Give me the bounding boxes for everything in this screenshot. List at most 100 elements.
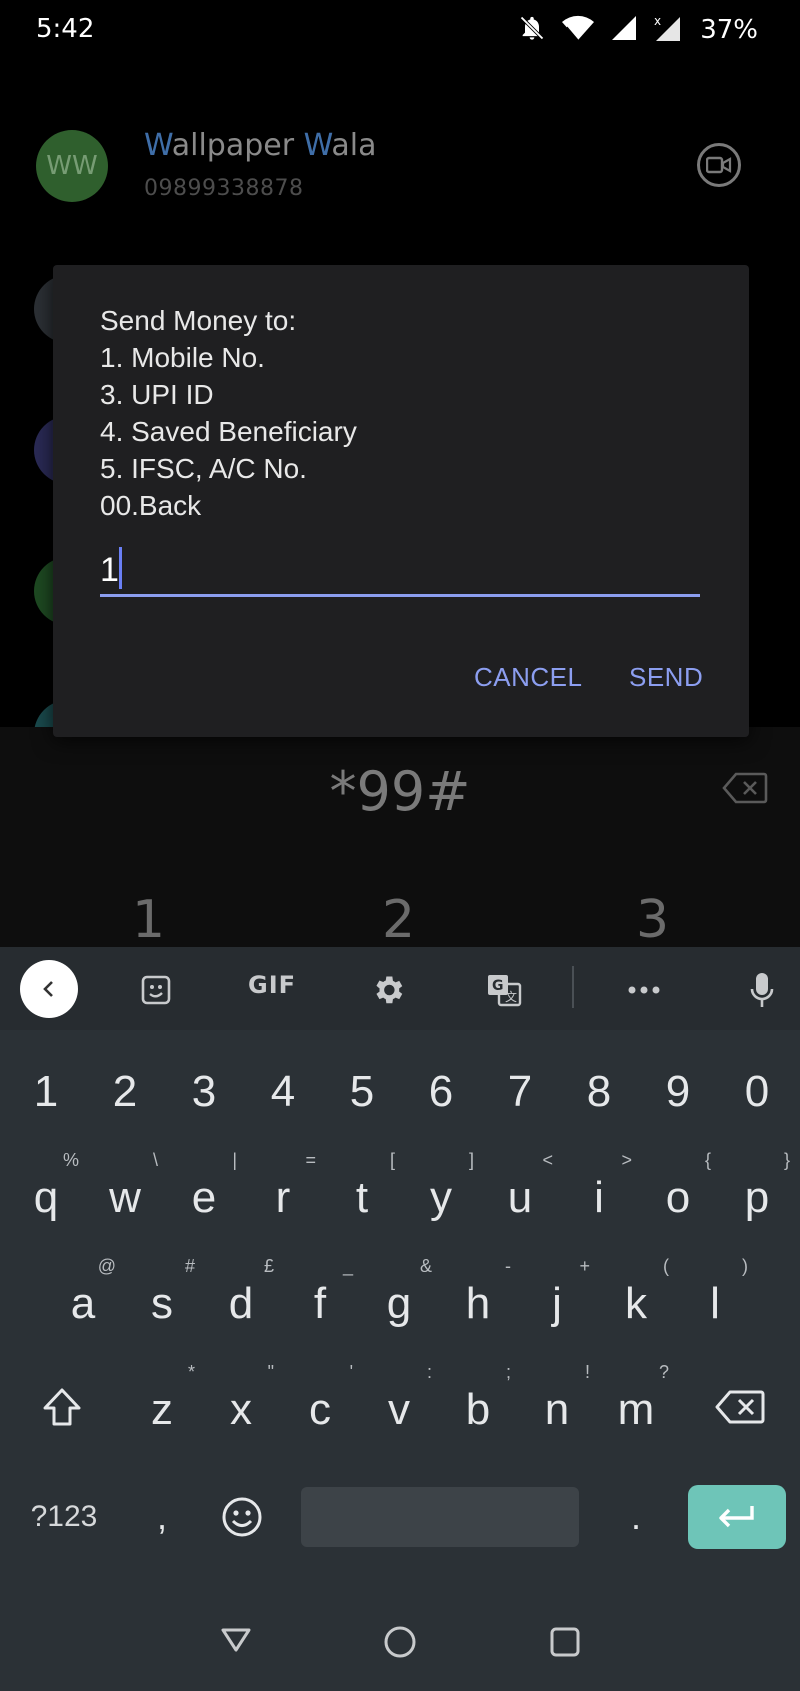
toolbar-collapse-button[interactable] bbox=[20, 960, 78, 1018]
spacebar[interactable] bbox=[301, 1487, 579, 1547]
svg-text:G: G bbox=[492, 978, 504, 994]
key-h[interactable]: -h bbox=[441, 1252, 515, 1342]
key-k[interactable]: (k bbox=[599, 1252, 673, 1342]
key-1[interactable]: 1 bbox=[9, 1040, 83, 1130]
dialer-backspace-button bbox=[722, 772, 768, 808]
contact-avatar: WW bbox=[36, 130, 108, 202]
key-m[interactable]: ? m bbox=[599, 1358, 673, 1448]
key-3[interactable]: 3 bbox=[167, 1040, 241, 1130]
key-a[interactable]: @ a bbox=[46, 1252, 120, 1342]
key-r[interactable]: = r bbox=[246, 1146, 320, 1236]
key-7[interactable]: 7 bbox=[483, 1040, 557, 1130]
keyboard-backspace-key[interactable] bbox=[700, 1362, 780, 1452]
key-f[interactable]: _ f bbox=[283, 1252, 357, 1342]
message-line: Send Money to: bbox=[100, 305, 297, 336]
more-horizontal-icon bbox=[628, 986, 660, 994]
ussd-reply-input[interactable] bbox=[100, 546, 700, 597]
dial-number: *99# bbox=[329, 760, 471, 823]
message-line: 5. IFSC, A/C No. bbox=[100, 453, 307, 484]
cancel-button[interactable]: CANCEL bbox=[474, 662, 582, 693]
translate-button[interactable]: G文 bbox=[476, 962, 532, 1018]
key-g[interactable]: & g bbox=[362, 1252, 436, 1342]
ussd-message: Send Money to: 1. Mobile No. 3. UPI ID 4… bbox=[100, 302, 357, 524]
key-l[interactable]: ) l bbox=[678, 1252, 752, 1342]
signal-x-icon: x bbox=[652, 13, 682, 47]
key-s[interactable]: # s bbox=[125, 1252, 199, 1342]
key-y[interactable]: ] y bbox=[404, 1146, 478, 1236]
key-t[interactable]: [t bbox=[325, 1146, 399, 1236]
send-button[interactable]: SEND bbox=[629, 662, 703, 693]
key-6[interactable]: 6 bbox=[404, 1040, 478, 1130]
key-n[interactable]: ! n bbox=[520, 1358, 594, 1448]
enter-arrow-icon bbox=[719, 1506, 754, 1528]
symbols-key[interactable]: ?123 bbox=[16, 1480, 112, 1554]
key-q[interactable]: % q bbox=[9, 1146, 83, 1236]
status-time: 5:42 bbox=[36, 14, 95, 44]
translate-icon: G文 bbox=[488, 975, 522, 1007]
svg-text:文: 文 bbox=[505, 989, 517, 1004]
message-line: 1. Mobile No. bbox=[100, 342, 265, 373]
message-line: 4. Saved Beneficiary bbox=[100, 416, 357, 447]
key-0[interactable]: 0 bbox=[720, 1040, 794, 1130]
contact-number: 09899338878 bbox=[144, 176, 304, 201]
name-highlight: W bbox=[303, 128, 332, 163]
name-highlight: W bbox=[144, 128, 172, 163]
dial-key-3: 3 bbox=[636, 890, 670, 950]
key-v[interactable]: :v bbox=[362, 1358, 436, 1448]
signal-icon bbox=[610, 14, 638, 46]
chevron-left-icon bbox=[43, 981, 53, 997]
emoji-key[interactable] bbox=[214, 1482, 270, 1552]
gif-button[interactable]: GIF bbox=[248, 971, 296, 999]
key-x[interactable]: " x bbox=[204, 1358, 278, 1448]
key-5[interactable]: 5 bbox=[325, 1040, 399, 1130]
key-8[interactable]: 8 bbox=[562, 1040, 636, 1130]
dial-key-2: 2 bbox=[382, 890, 416, 950]
key-4[interactable]: 4 bbox=[246, 1040, 320, 1130]
key-9[interactable]: 9 bbox=[641, 1040, 715, 1130]
message-line: 3. UPI ID bbox=[100, 379, 214, 410]
text-cursor bbox=[119, 547, 122, 589]
key-w[interactable]: \ w bbox=[88, 1146, 162, 1236]
key-z[interactable]: * z bbox=[125, 1358, 199, 1448]
enter-key[interactable] bbox=[688, 1485, 786, 1549]
key-i[interactable]: > i bbox=[562, 1146, 636, 1236]
key-o[interactable]: {o bbox=[641, 1146, 715, 1236]
key-b[interactable]: ; b bbox=[441, 1358, 515, 1448]
name-part: ala bbox=[331, 128, 377, 163]
nav-back-button[interactable] bbox=[216, 1620, 256, 1660]
sticker-icon bbox=[141, 975, 171, 1005]
triangle-back-icon bbox=[221, 1628, 251, 1652]
emoji-icon bbox=[222, 1497, 262, 1537]
backspace-icon bbox=[722, 772, 768, 804]
shift-key[interactable] bbox=[22, 1362, 102, 1452]
more-options-button[interactable] bbox=[616, 962, 672, 1018]
nav-home-button[interactable] bbox=[380, 1622, 420, 1662]
key-p[interactable]: } p bbox=[720, 1146, 794, 1236]
video-call-button bbox=[697, 143, 741, 187]
toolbar-divider bbox=[572, 966, 574, 1008]
gear-icon bbox=[376, 976, 403, 1004]
voice-input-button[interactable] bbox=[734, 962, 790, 1018]
contact-name: Wallpaper Wala bbox=[144, 128, 376, 163]
key-d[interactable]: £ d bbox=[204, 1252, 278, 1342]
sticker-button[interactable] bbox=[128, 962, 184, 1018]
key-2[interactable]: 2 bbox=[88, 1040, 162, 1130]
period-key[interactable]: . bbox=[614, 1480, 658, 1554]
key-e[interactable]: | e bbox=[167, 1146, 241, 1236]
square-recents-icon bbox=[550, 1627, 580, 1657]
key-c[interactable]: ' c bbox=[283, 1358, 357, 1448]
dial-key-1: 1 bbox=[132, 890, 166, 950]
circle-home-icon bbox=[384, 1626, 416, 1658]
settings-button[interactable] bbox=[360, 962, 416, 1018]
bell-off-icon bbox=[518, 14, 546, 46]
key-u[interactable]: < u bbox=[483, 1146, 557, 1236]
backspace-icon bbox=[715, 1390, 765, 1424]
nav-recents-button[interactable] bbox=[545, 1622, 585, 1662]
svg-text:x: x bbox=[654, 14, 661, 28]
status-icons: x 37% bbox=[518, 10, 800, 50]
wifi-icon bbox=[560, 14, 596, 46]
key-j[interactable]: + j bbox=[520, 1252, 594, 1342]
message-line: 00.Back bbox=[100, 490, 202, 521]
comma-key[interactable]: , bbox=[140, 1480, 184, 1554]
microphone-icon bbox=[750, 973, 774, 1007]
